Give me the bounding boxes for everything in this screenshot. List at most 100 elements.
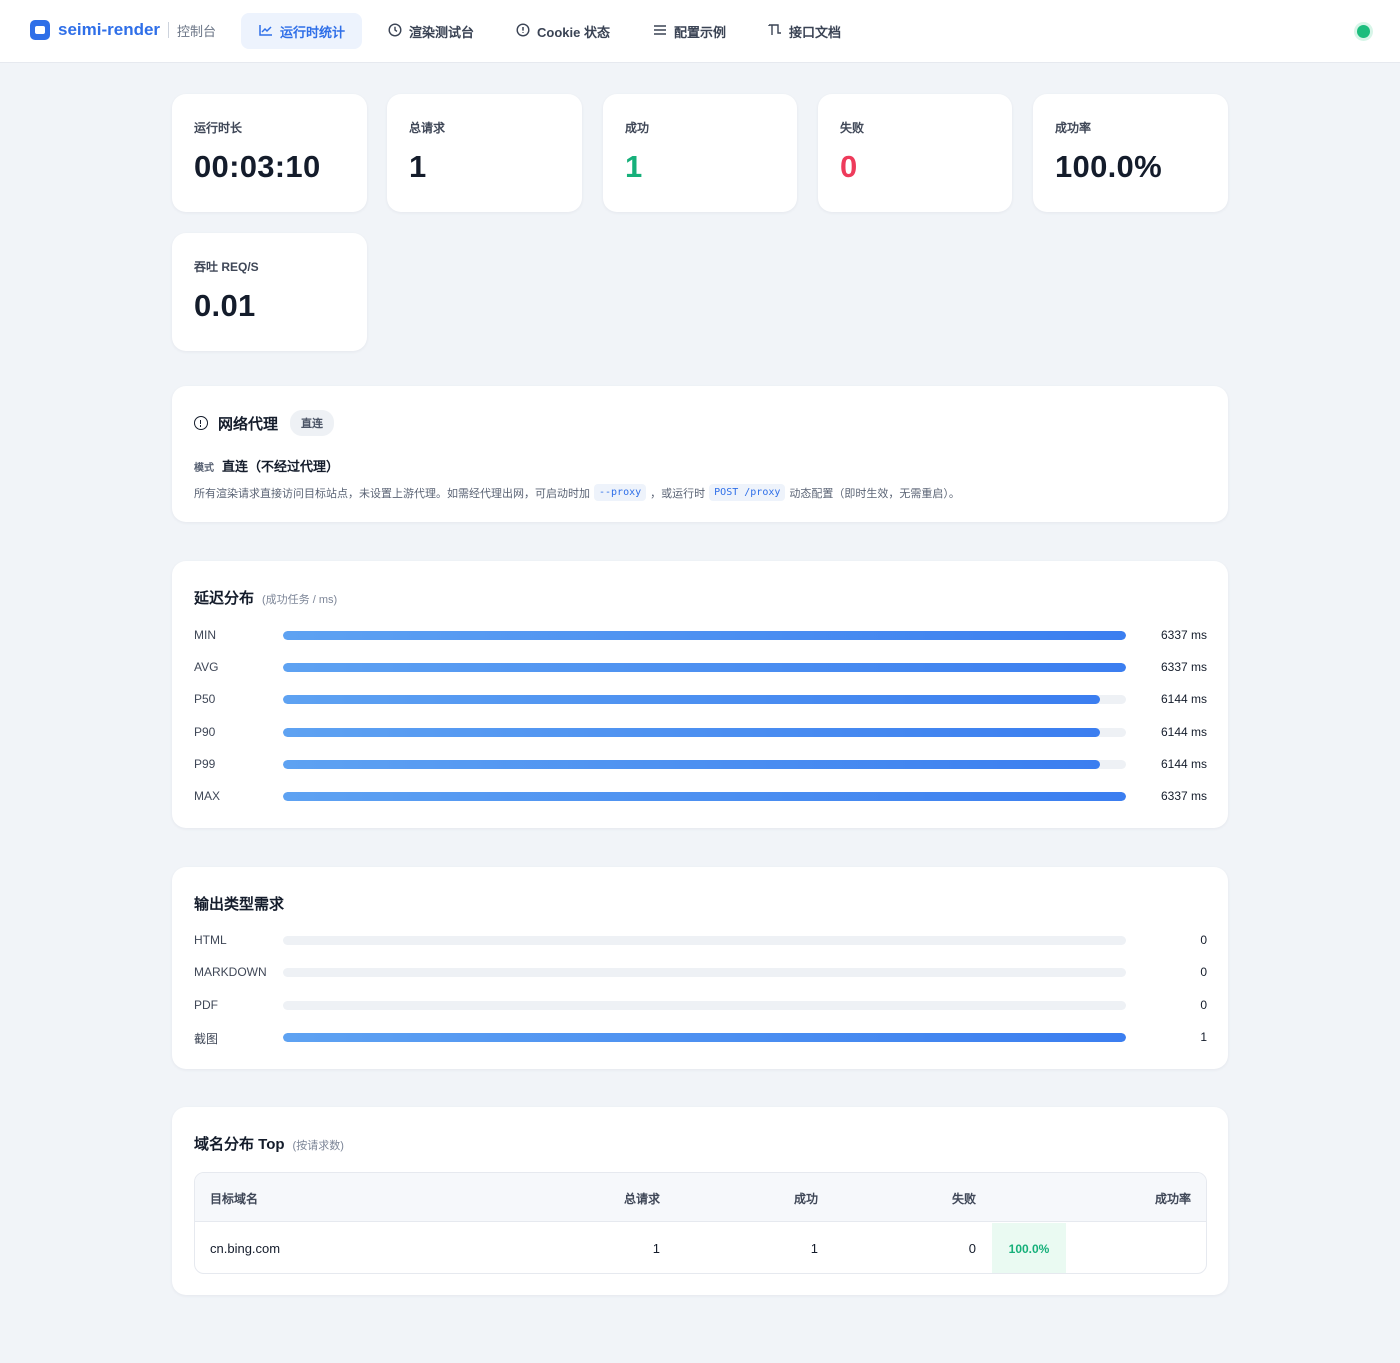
proxy-desc-text: 所有渲染请求直接访问目标站点，未设置上游代理。如需经代理出网，可启动时加 <box>194 487 590 500</box>
bar-value: 0 <box>1200 997 1207 1012</box>
bar-fill <box>283 663 1126 673</box>
bar-track <box>283 1000 1126 1010</box>
bar-label: HTML <box>194 933 227 947</box>
bar-fill <box>283 792 1126 801</box>
stat-label: 失败 <box>840 121 865 135</box>
bar-label: PDF <box>194 997 218 1012</box>
column-header-total[interactable]: 总请求 <box>624 1190 660 1207</box>
cell-success-rate: 100.0% <box>992 1223 1066 1273</box>
latency-row: P90 6144 ms <box>194 722 1207 742</box>
bar-value: 0 <box>1200 933 1207 947</box>
output-type-row: MARKDOWN 0 <box>194 962 1207 982</box>
bar-value: 6337 ms <box>1160 660 1207 675</box>
tab-label: 配置示例 <box>674 24 727 40</box>
column-header-success[interactable]: 成功 <box>794 1190 818 1207</box>
output-type-row: HTML 0 <box>194 930 1207 950</box>
stat-value: 0 <box>840 149 858 184</box>
section-subtitle: (按请求数) <box>292 1140 344 1152</box>
stat-label: 总请求 <box>409 121 446 135</box>
proxy-flag-code: --proxy <box>594 484 647 501</box>
mode-value: 直连（不经过代理） <box>222 459 340 474</box>
brand-divider <box>168 22 170 38</box>
latency-card: 延迟分布 (成功任务 / ms) MIN 6337 ms AVG 6337 ms P50 6… <box>172 561 1228 828</box>
domains-table: 目标域名 总请求 成功 失败 成功率 cn.bing.com 1 1 0 100… <box>194 1172 1207 1274</box>
bar-fill <box>283 759 1101 769</box>
bar-label: AVG <box>194 660 219 675</box>
tab-label: 接口文档 <box>789 24 842 40</box>
bar-label: MAX <box>194 789 221 803</box>
chart-line-icon <box>258 24 274 39</box>
brand-subtitle: 控制台 <box>177 23 217 39</box>
bar-label: P50 <box>194 692 216 707</box>
bar-fill <box>283 1032 1126 1042</box>
bar-track <box>283 727 1126 737</box>
bar-label: P90 <box>194 724 216 739</box>
section-subtitle: (成功任务 / ms) <box>262 594 338 606</box>
proxy-card: 网络代理 直连 模式 直连（不经过代理） 所有渲染请求直接访问目标站点，未设置上… <box>172 386 1228 522</box>
output-type-row: 截图 1 <box>194 1027 1207 1047</box>
proxy-desc-text: 动态配置（即时生效，无需重启）。 <box>789 487 960 500</box>
column-header-domain[interactable]: 目标域名 <box>210 1190 258 1207</box>
bar-label: P99 <box>194 756 216 771</box>
proxy-mode-badge: 直连 <box>290 410 335 436</box>
table-header: 目标域名 总请求 成功 失败 成功率 <box>195 1173 1206 1222</box>
bar-track <box>283 792 1126 801</box>
bar-value: 6144 ms <box>1160 724 1207 739</box>
stat-card-success: 成功 1 <box>603 94 797 212</box>
section-title: 域名分布 Top <box>194 1136 285 1153</box>
tab-label: 渲染测试台 <box>409 24 475 40</box>
stat-label: 运行时长 <box>194 121 243 135</box>
column-header-rate[interactable]: 成功率 <box>1155 1190 1191 1207</box>
info-circle-icon <box>515 22 531 40</box>
bar-label: MARKDOWN <box>194 965 267 980</box>
bar-track <box>283 663 1126 673</box>
latency-row: MIN 6337 ms <box>194 625 1207 645</box>
section-title: 延迟分布 <box>194 590 255 607</box>
mode-label: 模式 <box>194 463 214 474</box>
tab-config-examples[interactable]: 配置示例 <box>635 13 743 49</box>
bar-fill <box>283 727 1101 737</box>
cell-fail: 0 <box>968 1241 976 1256</box>
brand[interactable]: seimi-render 控制台 <box>30 20 216 40</box>
bar-track <box>283 695 1126 705</box>
column-header-fail[interactable]: 失败 <box>952 1190 976 1207</box>
domains-card: 域名分布 Top (按请求数) 目标域名 总请求 成功 失败 成功率 cn.bin… <box>172 1107 1228 1295</box>
cell-domain: cn.bing.com <box>210 1241 281 1256</box>
top-navbar: seimi-render 控制台 运行时统计 渲染测试台 Cookie 状态 配… <box>0 0 1400 63</box>
bar-track <box>283 968 1126 978</box>
stat-card-success-rate: 成功率 100.0% <box>1033 94 1228 212</box>
stat-value: 100.0% <box>1055 149 1162 184</box>
bar-track <box>283 936 1126 945</box>
bar-value: 6144 ms <box>1160 756 1207 771</box>
stat-value: 1 <box>409 149 427 184</box>
bar-fill <box>283 695 1101 705</box>
bar-value: 6144 ms <box>1160 692 1207 707</box>
output-types-card: 输出类型需求 HTML 0 MARKDOWN 0 PDF 0 截图 1 <box>172 867 1228 1069</box>
stat-value: 0.01 <box>194 288 256 323</box>
cell-total: 1 <box>652 1241 660 1256</box>
tab-render-test[interactable]: 渲染测试台 <box>370 13 491 49</box>
tab-api-docs[interactable]: 接口文档 <box>750 13 858 49</box>
info-circle-icon <box>194 416 208 430</box>
proxy-header: 网络代理 直连 <box>194 410 335 436</box>
stat-card-total-requests: 总请求 1 <box>387 94 582 212</box>
stat-card-throughput: 吞吐 REQ/S 0.01 <box>172 233 367 351</box>
bar-label: 截图 <box>194 1031 219 1046</box>
bar-track <box>283 759 1126 769</box>
output-types-title: 输出类型需求 <box>194 896 285 913</box>
docs-icon <box>767 23 783 39</box>
domains-title: 域名分布 Top (按请求数) <box>194 1133 344 1154</box>
tab-cookie-status[interactable]: Cookie 状态 <box>498 13 627 49</box>
stat-value: 1 <box>625 149 643 184</box>
stat-value: 00:03:10 <box>194 149 321 184</box>
proxy-mode-row: 模式 直连（不经过代理） <box>194 456 339 475</box>
proxy-description: 所有渲染请求直接访问目标站点，未设置上游代理。如需经代理出网，可启动时加 --p… <box>194 484 960 501</box>
proxy-endpoint-code: POST /proxy <box>709 484 786 501</box>
menu-lines-icon <box>652 24 668 39</box>
bar-label: MIN <box>194 628 216 642</box>
stat-label: 成功率 <box>1055 121 1092 135</box>
tab-runtime-stats[interactable]: 运行时统计 <box>241 13 363 49</box>
stat-label: 吞吐 REQ/S <box>194 260 259 274</box>
proxy-title: 网络代理 <box>218 415 279 433</box>
latency-row: AVG 6337 ms <box>194 657 1207 677</box>
